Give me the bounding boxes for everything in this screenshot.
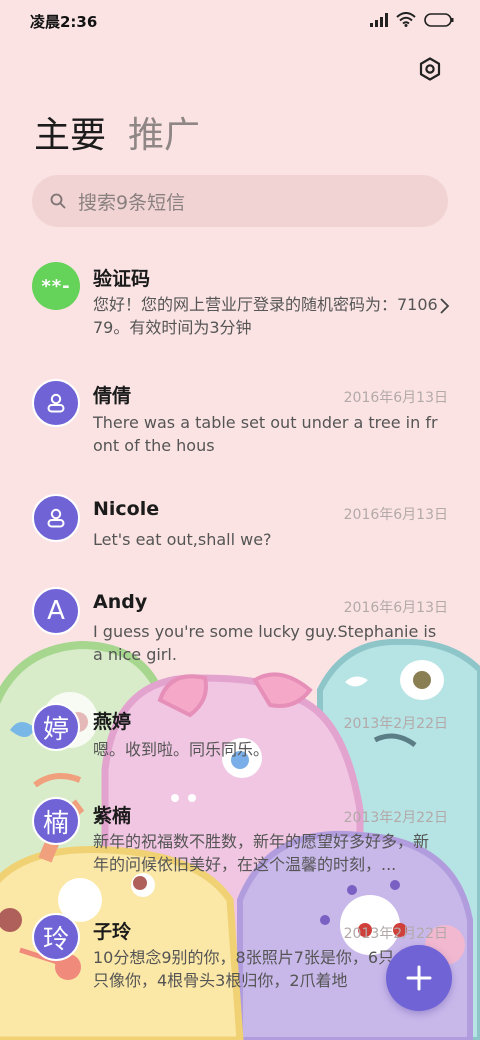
status-bar: 凌晨2:36 — [0, 0, 480, 42]
avatar — [32, 379, 80, 427]
avatar: 玲 — [32, 913, 80, 961]
tab-primary[interactable]: 主要 — [34, 106, 106, 158]
avatar: **- — [32, 262, 80, 310]
tab-bar: 主要 推广 — [34, 106, 200, 158]
search-input[interactable]: 搜索9条短信 — [32, 175, 448, 227]
wifi-icon — [396, 12, 416, 27]
plus-icon — [406, 965, 432, 991]
message-date: 2016年6月13日 — [343, 600, 448, 616]
person-icon — [47, 508, 65, 528]
signal-icon — [370, 12, 388, 27]
status-icons — [370, 12, 454, 27]
search-placeholder: 搜索9条短信 — [78, 191, 186, 214]
message-preview: 嗯。收到啦。同乐同乐。 — [93, 740, 270, 759]
chevron-right-icon[interactable] — [438, 297, 450, 315]
message-preview: 新年的祝福数不胜数，新年的愿望好多好多，新年的问候依旧美好，在这个温馨的时刻，.… — [93, 832, 430, 874]
avatar — [32, 494, 80, 542]
message-preview: I guess you're some lucky guy.Stephanie … — [93, 622, 437, 664]
contact-name: Nicole — [93, 498, 160, 520]
avatar: 婷 — [32, 703, 80, 751]
message-preview: Let's eat out,shall we? — [93, 530, 272, 549]
tab-promotions[interactable]: 推广 — [128, 106, 200, 158]
message-date: 2013年2月22日 — [343, 810, 448, 826]
gear-icon[interactable] — [418, 57, 442, 81]
search-icon — [50, 193, 66, 209]
message-date: 2016年6月13日 — [343, 390, 448, 406]
message-preview: There was a table set out under a tree i… — [93, 413, 438, 455]
message-preview: 您好！您的网上营业厅登录的随机密码为：710679。有效时间为3分钟 — [93, 295, 438, 337]
avatar: A — [32, 587, 80, 635]
compose-button[interactable] — [386, 945, 452, 1011]
message-date: 2016年6月13日 — [343, 507, 448, 523]
avatar: 楠 — [32, 797, 80, 845]
person-icon — [47, 393, 65, 413]
message-date: 2013年2月22日 — [343, 926, 448, 942]
message-date: 2013年2月22日 — [343, 716, 448, 732]
battery-icon — [424, 12, 454, 27]
contact-name: 验证码 — [93, 268, 151, 290]
contact-name: 紫楠 — [93, 805, 132, 827]
contact-name: Andy — [93, 591, 148, 613]
contact-name: 子玲 — [93, 921, 132, 943]
contact-name: 燕婷 — [93, 711, 132, 733]
contact-name: 倩倩 — [93, 385, 132, 407]
status-time: 凌晨2:36 — [30, 13, 98, 31]
